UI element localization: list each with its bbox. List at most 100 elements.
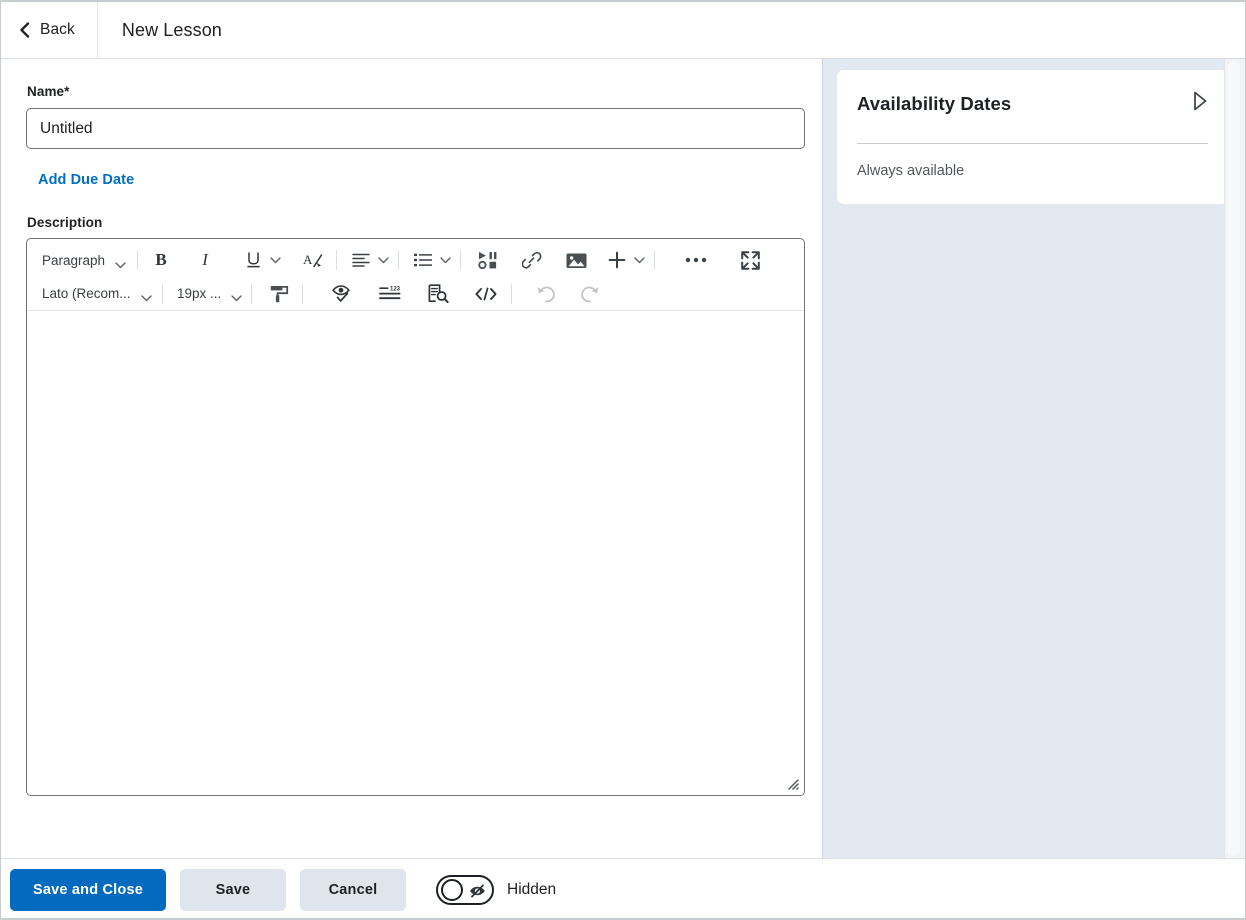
fullscreen-button[interactable]	[734, 246, 766, 274]
toolbar-separator	[251, 283, 252, 304]
font-family-value: Lato (Recom...	[42, 286, 131, 301]
cancel-button[interactable]: Cancel	[300, 868, 406, 911]
editor-toolbar-row-2: Lato (Recom... 19px ... 123	[27, 277, 804, 311]
bulleted-list-icon	[414, 253, 433, 267]
align-left-icon	[352, 253, 370, 267]
editor-toolbar-row-1: Paragraph B I A	[27, 243, 804, 277]
plus-icon	[608, 251, 626, 269]
word-count-icon: 123	[379, 285, 401, 302]
save-button[interactable]: Save	[180, 868, 286, 911]
main-form-column: Name* Add Due Date Description Paragraph	[1, 59, 822, 858]
page-body: Name* Add Due Date Description Paragraph	[1, 59, 1245, 858]
align-button[interactable]	[347, 246, 375, 274]
more-options-button[interactable]	[678, 246, 714, 274]
toolbar-separator	[398, 250, 400, 270]
page-scrollbar-thumb[interactable]	[1227, 61, 1240, 856]
toolbar-separator	[302, 283, 303, 304]
chevron-down-icon	[377, 251, 389, 269]
back-button-label: Back	[40, 21, 75, 38]
chevron-down-icon	[439, 251, 451, 269]
add-due-date-link[interactable]: Add Due Date	[38, 172, 134, 188]
underline-icon	[245, 251, 262, 269]
triangle-right-icon[interactable]	[1193, 91, 1208, 116]
list-options-caret[interactable]	[437, 246, 453, 274]
toolbar-separator	[654, 250, 656, 270]
page-header: Back New Lesson	[1, 2, 1245, 59]
align-options-caret[interactable]	[375, 246, 391, 274]
add-button[interactable]	[603, 246, 631, 274]
name-field-label: Name*	[27, 84, 797, 99]
availability-dates-card: Availability Dates Always available	[837, 70, 1228, 204]
toolbar-separator	[137, 250, 139, 270]
availability-status: Always available	[857, 163, 965, 179]
undo-button[interactable]	[529, 280, 563, 308]
page-title: New Lesson	[121, 19, 222, 40]
image-icon	[566, 252, 587, 269]
availability-dates-title: Availability Dates	[857, 92, 1012, 114]
resize-grip-icon[interactable]	[786, 777, 799, 790]
word-count-button[interactable]: 123	[372, 280, 408, 308]
font-family-select[interactable]: Lato (Recom...	[35, 280, 155, 308]
description-field-label: Description	[27, 215, 103, 230]
visibility-toggle[interactable]: Hidden	[436, 874, 557, 905]
chevron-left-icon	[19, 22, 30, 38]
html-source-button[interactable]	[468, 280, 504, 308]
chevron-down-icon	[231, 290, 242, 302]
visibility-toggle-label: Hidden	[507, 880, 557, 898]
insert-image-button[interactable]	[559, 246, 593, 274]
undo-icon	[536, 284, 556, 303]
save-and-close-button[interactable]: Save and Close	[10, 868, 166, 911]
accessibility-checker-button[interactable]	[324, 280, 360, 308]
chevron-down-icon	[633, 251, 645, 269]
new-lesson-page: Back New Lesson Name* Add Due Date Descr…	[0, 0, 1246, 920]
back-button[interactable]: Back	[1, 2, 98, 58]
add-options-caret[interactable]	[631, 246, 647, 274]
chevron-down-icon	[269, 251, 281, 269]
link-icon	[522, 251, 542, 270]
eye-slash-icon	[468, 883, 487, 904]
description-editor: Paragraph B I A Lato (Recom... 19px ... …	[26, 238, 805, 796]
svg-text:123: 123	[390, 287, 401, 293]
visibility-toggle-knob	[441, 878, 463, 901]
insert-stuff-button[interactable]	[471, 246, 505, 274]
chevron-down-icon	[115, 257, 126, 268]
preview-button[interactable]	[420, 280, 456, 308]
expand-icon	[740, 250, 760, 270]
side-panel: Availability Dates Always available	[822, 59, 1228, 858]
visibility-toggle-switch[interactable]	[436, 874, 494, 905]
insert-stuff-icon	[478, 251, 498, 269]
insert-link-button[interactable]	[515, 246, 549, 274]
redo-icon	[580, 284, 600, 303]
availability-dates-header[interactable]: Availability Dates	[857, 91, 1208, 116]
toolbar-separator	[336, 250, 338, 270]
toolbar-separator	[460, 250, 462, 270]
paragraph-format-value: Paragraph	[42, 252, 106, 268]
chevron-down-icon	[140, 290, 152, 302]
paragraph-format-select[interactable]: Paragraph	[35, 246, 130, 274]
toolbar-separator	[511, 283, 512, 304]
clear-formatting-button[interactable]: A	[297, 246, 329, 274]
description-editor-canvas[interactable]	[27, 319, 804, 795]
italic-icon: I	[202, 250, 208, 269]
toolbar-separator	[162, 283, 163, 304]
name-label-text: Name	[27, 84, 65, 99]
availability-divider	[857, 143, 1208, 144]
font-size-value: 19px ...	[177, 286, 222, 301]
italic-button[interactable]: I	[189, 246, 221, 274]
svg-text:A: A	[303, 252, 313, 267]
clear-formatting-icon: A	[303, 251, 323, 269]
underline-button[interactable]	[239, 246, 267, 274]
bold-button[interactable]: B	[145, 246, 177, 274]
code-icon	[475, 287, 497, 301]
bold-icon: B	[155, 250, 167, 269]
document-search-icon	[428, 284, 449, 303]
ellipsis-icon	[685, 257, 707, 263]
list-button[interactable]	[409, 246, 437, 274]
required-indicator: *	[64, 84, 70, 99]
format-painter-button[interactable]	[263, 280, 295, 308]
redo-button[interactable]	[573, 280, 607, 308]
page-footer: Save and Close Save Cancel Hidden	[1, 858, 1245, 918]
underline-options-caret[interactable]	[267, 246, 283, 274]
font-size-select[interactable]: 19px ...	[170, 280, 244, 308]
name-input[interactable]	[26, 108, 805, 149]
